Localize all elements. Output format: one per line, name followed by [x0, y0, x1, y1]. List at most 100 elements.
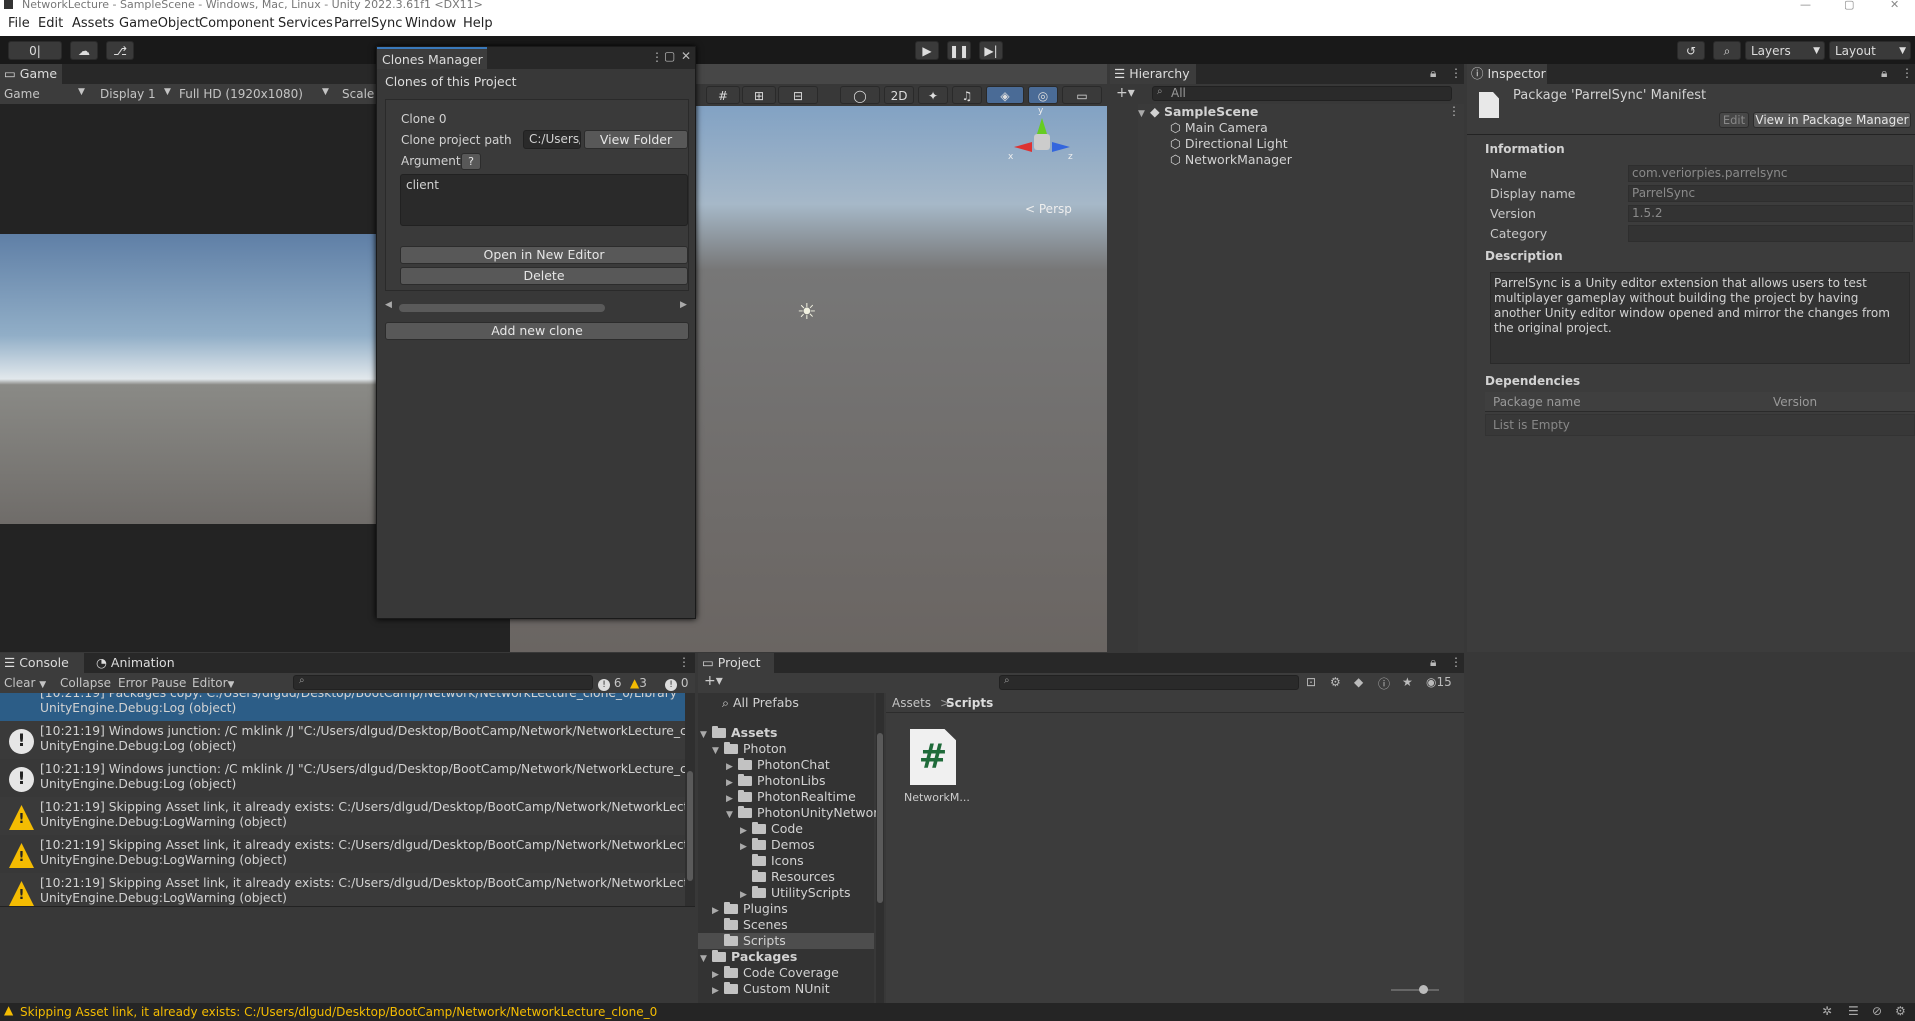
- tree-item-plugins[interactable]: ▶ Plugins: [712, 901, 788, 917]
- scroll-right-icon[interactable]: ▶: [680, 300, 687, 310]
- collapse-button[interactable]: Collapse: [60, 676, 111, 690]
- history-icon[interactable]: ↺: [1677, 41, 1705, 60]
- scroll-left-icon[interactable]: ◀: [385, 300, 392, 310]
- close-window-icon[interactable]: ✕: [1890, 0, 1899, 10]
- kebab-menu-icon[interactable]: ⋮: [1448, 104, 1460, 118]
- favorite-icon[interactable]: ★: [1402, 675, 1413, 689]
- game-mode-dropdown[interactable]: Game ▼: [4, 87, 86, 101]
- step-button[interactable]: ▶|: [979, 41, 1003, 60]
- editor-dropdown[interactable]: Editor▼: [192, 676, 234, 690]
- all-prefabs-item[interactable]: ⌕ All Prefabs: [722, 695, 799, 711]
- hidden-packages-count[interactable]: ◉15: [1426, 675, 1452, 689]
- delete-clone-button[interactable]: Delete: [400, 267, 688, 285]
- scroll-thumb[interactable]: [687, 771, 693, 881]
- layers-dropdown[interactable]: Layers ▼: [1745, 41, 1825, 60]
- log-row[interactable]: ! [10:21:19] Windows junction: /C mklink…: [0, 721, 690, 759]
- log-row[interactable]: ! [10:21:19] Skipping Asset link, it alr…: [0, 873, 690, 906]
- tree-item-packages[interactable]: ▼ Packages: [700, 949, 797, 965]
- kebab-menu-icon[interactable]: ⋮: [678, 655, 690, 669]
- scroll-thumb[interactable]: [399, 304, 605, 312]
- menu-assets[interactable]: Assets: [72, 16, 114, 31]
- console-search[interactable]: [293, 675, 593, 690]
- tree-item-assets[interactable]: ▼ Assets: [700, 725, 777, 741]
- breadcrumb-scripts[interactable]: Scripts: [946, 696, 993, 710]
- tree-item-resources[interactable]: Resources: [752, 869, 835, 885]
- filter-icon[interactable]: ⚙: [1330, 675, 1341, 689]
- vertical-scrollbar[interactable]: [685, 693, 695, 906]
- audio-icon[interactable]: ♫: [952, 86, 982, 104]
- log-row[interactable]: ! [10:21:19] Skipping Asset link, it alr…: [0, 835, 690, 873]
- kebab-menu-icon[interactable]: ⋮: [1450, 655, 1462, 669]
- sun-icon[interactable]: ☀: [797, 300, 817, 325]
- menu-component[interactable]: Component: [199, 16, 274, 31]
- layout-dropdown[interactable]: Layout ▼: [1829, 41, 1911, 60]
- scene-root[interactable]: ▼ ◆ SampleScene: [1138, 104, 1258, 120]
- cloud-icon[interactable]: ☁: [70, 41, 98, 60]
- tree-item-code-coverage[interactable]: ▶ Code Coverage: [712, 965, 839, 981]
- menu-services[interactable]: Services: [278, 16, 333, 31]
- log-row[interactable]: [10:21:19] Packages copy: C:/Users/dlgud…: [0, 693, 690, 721]
- scene-visibility-icon[interactable]: ◎: [1028, 86, 1058, 104]
- clones-tab[interactable]: Clones Manager: [377, 47, 487, 69]
- icon-size-slider[interactable]: [1391, 985, 1439, 994]
- tree-item-code[interactable]: ▶ Code: [740, 821, 803, 837]
- expand-icon[interactable]: ▼: [712, 743, 724, 759]
- tree-item-photon[interactable]: ▼ Photon: [712, 741, 787, 757]
- log-row[interactable]: ! [10:21:19] Windows junction: /C mklink…: [0, 759, 690, 797]
- play-button[interactable]: ▶: [915, 41, 939, 60]
- error-count[interactable]: ! 0: [665, 676, 688, 691]
- expand-icon[interactable]: ▶: [740, 839, 752, 855]
- menu-parrelsync[interactable]: ParrelSync: [334, 16, 402, 31]
- view-package-manager-button[interactable]: View in Package Manager: [1753, 112, 1911, 128]
- lighting-icon[interactable]: ✦: [918, 86, 948, 104]
- warning-filter-icon[interactable]: ⓘ: [1378, 675, 1390, 692]
- network-icon[interactable]: ⊘: [1872, 1004, 1882, 1018]
- tree-item-demos[interactable]: ▶ Demos: [740, 837, 815, 853]
- vertical-scrollbar[interactable]: [876, 693, 884, 1003]
- resolution-dropdown[interactable]: Full HD (1920x1080) ▼: [179, 87, 334, 101]
- tree-item-scripts[interactable]: Scripts: [698, 933, 874, 949]
- add-icon[interactable]: +▾: [1116, 85, 1135, 101]
- label-icon[interactable]: ◆: [1354, 675, 1363, 689]
- tree-item-icons[interactable]: Icons: [752, 853, 804, 869]
- add-clone-button[interactable]: Add new clone: [385, 322, 689, 340]
- perspective-toggle[interactable]: < Persp: [1025, 202, 1072, 216]
- search-icon[interactable]: ⌕: [1713, 41, 1741, 60]
- kebab-menu-icon[interactable]: ⋮: [1450, 66, 1462, 80]
- view-folder-button[interactable]: View Folder: [584, 130, 688, 149]
- toggle-2d-button[interactable]: 2D: [884, 86, 914, 104]
- scroll-thumb[interactable]: [877, 733, 883, 903]
- project-search[interactable]: [999, 675, 1299, 690]
- shading-mode-icon[interactable]: ◯: [840, 86, 880, 104]
- csharp-script-icon[interactable]: #: [910, 729, 956, 785]
- maximize-icon[interactable]: ▢: [664, 49, 675, 63]
- tree-item-utilityscripts[interactable]: ▶ UtilityScripts: [740, 885, 851, 901]
- expand-icon[interactable]: ▼: [726, 807, 738, 823]
- effects-icon[interactable]: ◈: [986, 86, 1024, 104]
- asset-name[interactable]: NetworkM...: [904, 791, 970, 804]
- tab-game[interactable]: ▭ Game: [0, 64, 62, 84]
- pause-button[interactable]: ❚❚: [947, 41, 971, 60]
- tab-console[interactable]: ☰ Console: [0, 653, 84, 673]
- slider-thumb[interactable]: [1419, 985, 1428, 994]
- tree-item-photonlibs[interactable]: ▶ PhotonLibs: [726, 773, 825, 789]
- hierarchy-item[interactable]: ⬡ NetworkManager: [1170, 152, 1292, 168]
- open-new-editor-button[interactable]: Open in New Editor: [400, 246, 688, 264]
- kebab-menu-icon[interactable]: ⋮: [1901, 66, 1913, 80]
- minimize-icon[interactable]: —: [1800, 0, 1811, 10]
- log-row[interactable]: ! [10:21:19] Skipping Asset link, it alr…: [0, 797, 690, 835]
- breadcrumb-assets[interactable]: Assets: [892, 696, 931, 710]
- collab-icon[interactable]: ⎇: [106, 41, 134, 60]
- display-dropdown[interactable]: Display 1 ▼: [100, 87, 176, 101]
- settings-icon[interactable]: ⚙: [1895, 1004, 1906, 1018]
- tab-animation[interactable]: ◔ Animation: [92, 653, 192, 673]
- search-by-type-icon[interactable]: ⊡: [1306, 675, 1316, 689]
- tree-item-photonchat[interactable]: ▶ PhotonChat: [726, 757, 830, 773]
- close-icon[interactable]: ✕: [681, 49, 691, 63]
- tree-item-photonunitynetwork[interactable]: ▼ PhotonUnityNetwor: [726, 805, 878, 821]
- tab-inspector[interactable]: ⓘ Inspector: [1467, 64, 1547, 84]
- tree-item-custom-nunit[interactable]: ▶ Custom NUnit: [712, 981, 830, 997]
- clear-button[interactable]: Clear ▼: [4, 676, 46, 690]
- expand-icon[interactable]: ▼: [700, 951, 712, 967]
- expand-icon[interactable]: ▼: [700, 727, 712, 743]
